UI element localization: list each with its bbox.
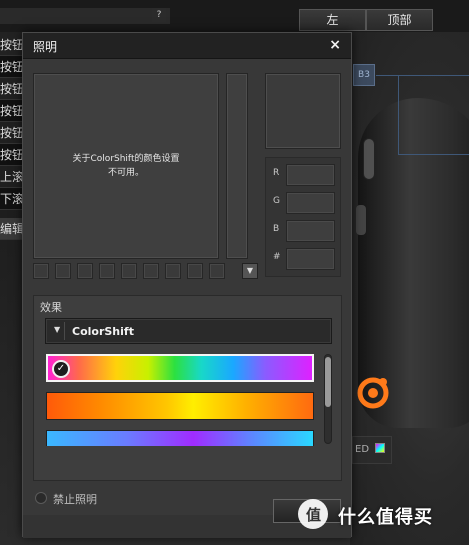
dialog-titlebar[interactable]: 照明 × (23, 33, 351, 59)
side-list-item[interactable]: 按钮 (0, 100, 22, 122)
color-swatch[interactable] (143, 263, 159, 279)
guide-line (398, 154, 469, 155)
color-swatch[interactable] (165, 263, 181, 279)
disable-lighting-label: 禁止照明 (53, 493, 97, 506)
dialog-title: 照明 (33, 40, 58, 54)
gradient-scrollbar[interactable] (324, 354, 332, 444)
effect-panel: 效果 ▼ ColorShift ✓ (33, 295, 342, 481)
g-input[interactable] (286, 192, 335, 214)
side-list-item[interactable]: 按钮 (0, 144, 22, 166)
rgb-row-g: G (266, 192, 342, 214)
gradient-option-cool[interactable] (46, 430, 314, 446)
button-b3-badge[interactable]: B3 (353, 64, 375, 86)
rgb-row-r: R (266, 164, 342, 186)
hex-label: # (273, 252, 281, 262)
color-swatch[interactable] (77, 263, 93, 279)
color-swatch[interactable] (209, 263, 225, 279)
watermark-logo-icon: 值 (298, 499, 328, 529)
background-side-list: 按钮 按钮 按钮 按钮 按钮 按钮 上滚 下滚 编辑 (0, 34, 22, 240)
guide-line (376, 75, 469, 76)
gradient-option-rainbow[interactable]: ✓ (46, 354, 314, 382)
side-list-item[interactable]: 按钮 (0, 34, 22, 56)
color-swatch[interactable] (187, 263, 203, 279)
gradient-list: ✓ (46, 354, 314, 446)
side-list-item[interactable]: 上滚 (0, 166, 22, 188)
color-swatch[interactable] (99, 263, 115, 279)
color-unavailable-message: 关于ColorShift的颜色设置 不可用。 (34, 152, 218, 180)
mouse-scroll-wheel[interactable] (363, 138, 375, 180)
r-input[interactable] (286, 164, 335, 186)
g-label: G (273, 196, 280, 206)
mouse-side-button[interactable] (356, 205, 366, 235)
select-divider (64, 322, 65, 340)
tab-left[interactable]: 左 (299, 9, 366, 31)
hue-slider[interactable] (226, 73, 248, 259)
background-strip (0, 8, 170, 24)
color-picker-area[interactable]: 关于ColorShift的颜色设置 不可用。 (33, 73, 219, 259)
dialog-body: 关于ColorShift的颜色设置 不可用。 R G B # ▼ 效果 ▼ Co… (23, 59, 351, 538)
side-list-item[interactable]: 按钮 (0, 78, 22, 100)
color-message-line1: 关于ColorShift的颜色设置 (72, 154, 180, 164)
disable-lighting-checkbox[interactable] (35, 492, 47, 504)
effect-label: 效果 (40, 301, 62, 314)
scrollbar-thumb[interactable] (325, 357, 331, 407)
led-color-swatch-icon (375, 443, 386, 453)
hex-input[interactable] (286, 248, 335, 270)
b-input[interactable] (286, 220, 335, 242)
rgb-row-b: B (266, 220, 342, 242)
effect-select[interactable]: ▼ ColorShift (45, 318, 332, 344)
tab-top[interactable]: 顶部 (366, 9, 433, 31)
side-list-item[interactable]: 按钮 (0, 122, 22, 144)
rgb-row-hex: # (266, 248, 342, 270)
watermark-logo-glyph: 值 (306, 506, 322, 524)
effect-selected-value: ColorShift (72, 325, 134, 338)
lighting-dialog: 照明 × 关于ColorShift的颜色设置 不可用。 R G B # ▼ 效果… (22, 32, 352, 538)
side-list-item[interactable]: 按钮 (0, 56, 22, 78)
b-label: B (273, 224, 280, 234)
gradient-option-fire[interactable] (46, 392, 314, 420)
color-swatch[interactable] (121, 263, 137, 279)
color-preview (265, 73, 341, 149)
led-label[interactable]: ED (352, 436, 392, 464)
color-swatch[interactable] (55, 263, 71, 279)
check-icon: ✓ (52, 360, 70, 378)
color-message-line2: 不可用。 (107, 168, 144, 178)
help-icon[interactable]: ? (152, 8, 166, 22)
guide-line (398, 75, 399, 155)
color-swatch[interactable] (33, 263, 49, 279)
side-list-item[interactable]: 下滚 (0, 188, 22, 210)
watermark-text: 什么值得买 (338, 507, 433, 528)
watermark: 值 什么值得买 (296, 497, 466, 537)
chevron-down-icon: ▼ (54, 325, 61, 334)
side-edit-button[interactable]: 编辑 (0, 218, 22, 240)
steelseries-logo-icon (357, 377, 389, 409)
rgb-panel: R G B # (265, 157, 341, 277)
close-icon[interactable]: × (329, 37, 341, 53)
led-label-text: ED (355, 444, 370, 455)
r-label: R (273, 168, 280, 178)
chevron-down-icon[interactable]: ▼ (242, 263, 258, 279)
